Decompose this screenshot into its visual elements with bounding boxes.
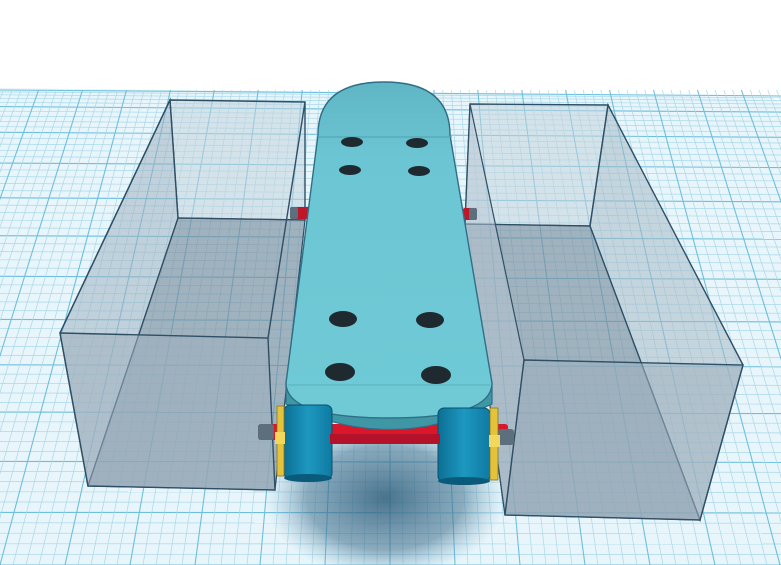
axle-center xyxy=(330,434,440,444)
3d-viewport[interactable] xyxy=(0,0,781,565)
scene-canvas[interactable] xyxy=(0,0,781,565)
front-left-wheel[interactable] xyxy=(275,404,333,482)
front-right-wheel[interactable] xyxy=(437,407,500,485)
